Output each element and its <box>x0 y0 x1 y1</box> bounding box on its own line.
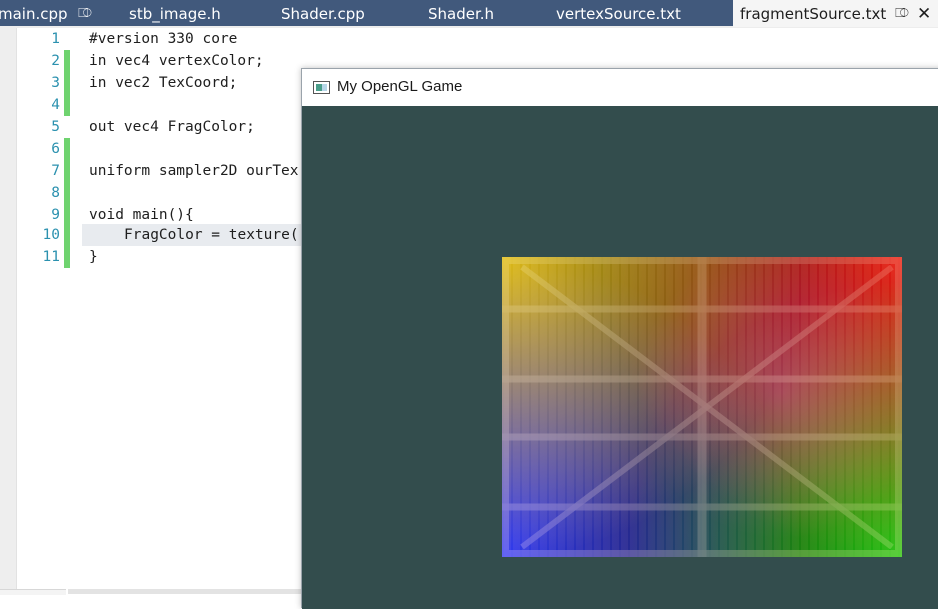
code-text[interactable]: out vec4 FragColor; <box>89 116 255 138</box>
code-text[interactable]: #version 330 core <box>89 28 237 50</box>
line-number: 7 <box>51 163 60 179</box>
line-number: 4 <box>51 97 60 113</box>
line-number: 9 <box>51 207 60 223</box>
tab-fragment-source[interactable]: fragmentSource.txt ⎄ ✕ <box>733 0 938 27</box>
change-indicator <box>64 160 70 182</box>
change-indicator <box>64 182 70 204</box>
horizontal-scrollbar[interactable] <box>68 589 308 594</box>
code-text[interactable]: uniform sampler2D ourTex <box>89 160 299 182</box>
textured-crate-quad <box>502 257 902 557</box>
tab-label: Shader.cpp <box>281 5 365 23</box>
change-indicator <box>64 204 70 226</box>
change-indicator <box>64 94 70 116</box>
line-number: 3 <box>51 75 60 91</box>
change-indicator <box>64 224 70 246</box>
code-text[interactable]: in vec4 vertexColor; <box>89 50 264 72</box>
line-number: 6 <box>51 141 60 157</box>
code-text[interactable]: } <box>89 246 98 268</box>
window-title: My OpenGL Game <box>337 78 463 95</box>
change-indicator <box>64 138 70 160</box>
change-indicator <box>64 246 70 268</box>
code-line[interactable]: 1 #version 330 core <box>0 28 938 50</box>
app-window-icon <box>313 81 330 94</box>
tab-label: Shader.h <box>428 5 495 23</box>
zoom-area <box>0 589 66 595</box>
line-number: 2 <box>51 53 60 69</box>
tab-label: main.cpp <box>0 5 68 23</box>
tab-label: stb_image.h <box>129 5 221 23</box>
line-number: 10 <box>42 227 60 243</box>
code-text[interactable]: void main(){ <box>89 204 194 226</box>
code-text[interactable]: in vec2 TexCoord; <box>89 72 237 94</box>
opengl-window[interactable]: My OpenGL Game <box>301 68 938 609</box>
document-tab-bar: main.cpp ⎄ stb_image.h Shader.cpp Shader… <box>0 0 938 28</box>
close-icon[interactable]: ✕ <box>917 0 931 28</box>
code-text[interactable]: FragColor = texture( <box>124 224 299 246</box>
tab-label: fragmentSource.txt <box>740 5 887 23</box>
tab-shader-cpp[interactable]: Shader.cpp <box>265 0 395 27</box>
tab-stb-image-h[interactable]: stb_image.h <box>115 0 245 27</box>
window-titlebar[interactable]: My OpenGL Game <box>302 69 938 106</box>
pin-icon[interactable]: ⎄ <box>78 0 92 28</box>
pin-icon[interactable]: ⎄ <box>895 0 909 28</box>
render-canvas[interactable] <box>302 106 938 609</box>
change-indicator <box>64 72 70 94</box>
tab-vertex-source[interactable]: vertexSource.txt <box>540 0 730 27</box>
tab-label: vertexSource.txt <box>556 5 681 23</box>
tab-shader-h[interactable]: Shader.h <box>410 0 530 27</box>
change-indicator <box>64 50 70 72</box>
line-number: 11 <box>42 249 60 265</box>
tab-main-cpp[interactable]: main.cpp ⎄ <box>0 0 115 27</box>
line-number: 1 <box>51 31 60 47</box>
line-number: 5 <box>51 119 60 135</box>
line-number: 8 <box>51 185 60 201</box>
